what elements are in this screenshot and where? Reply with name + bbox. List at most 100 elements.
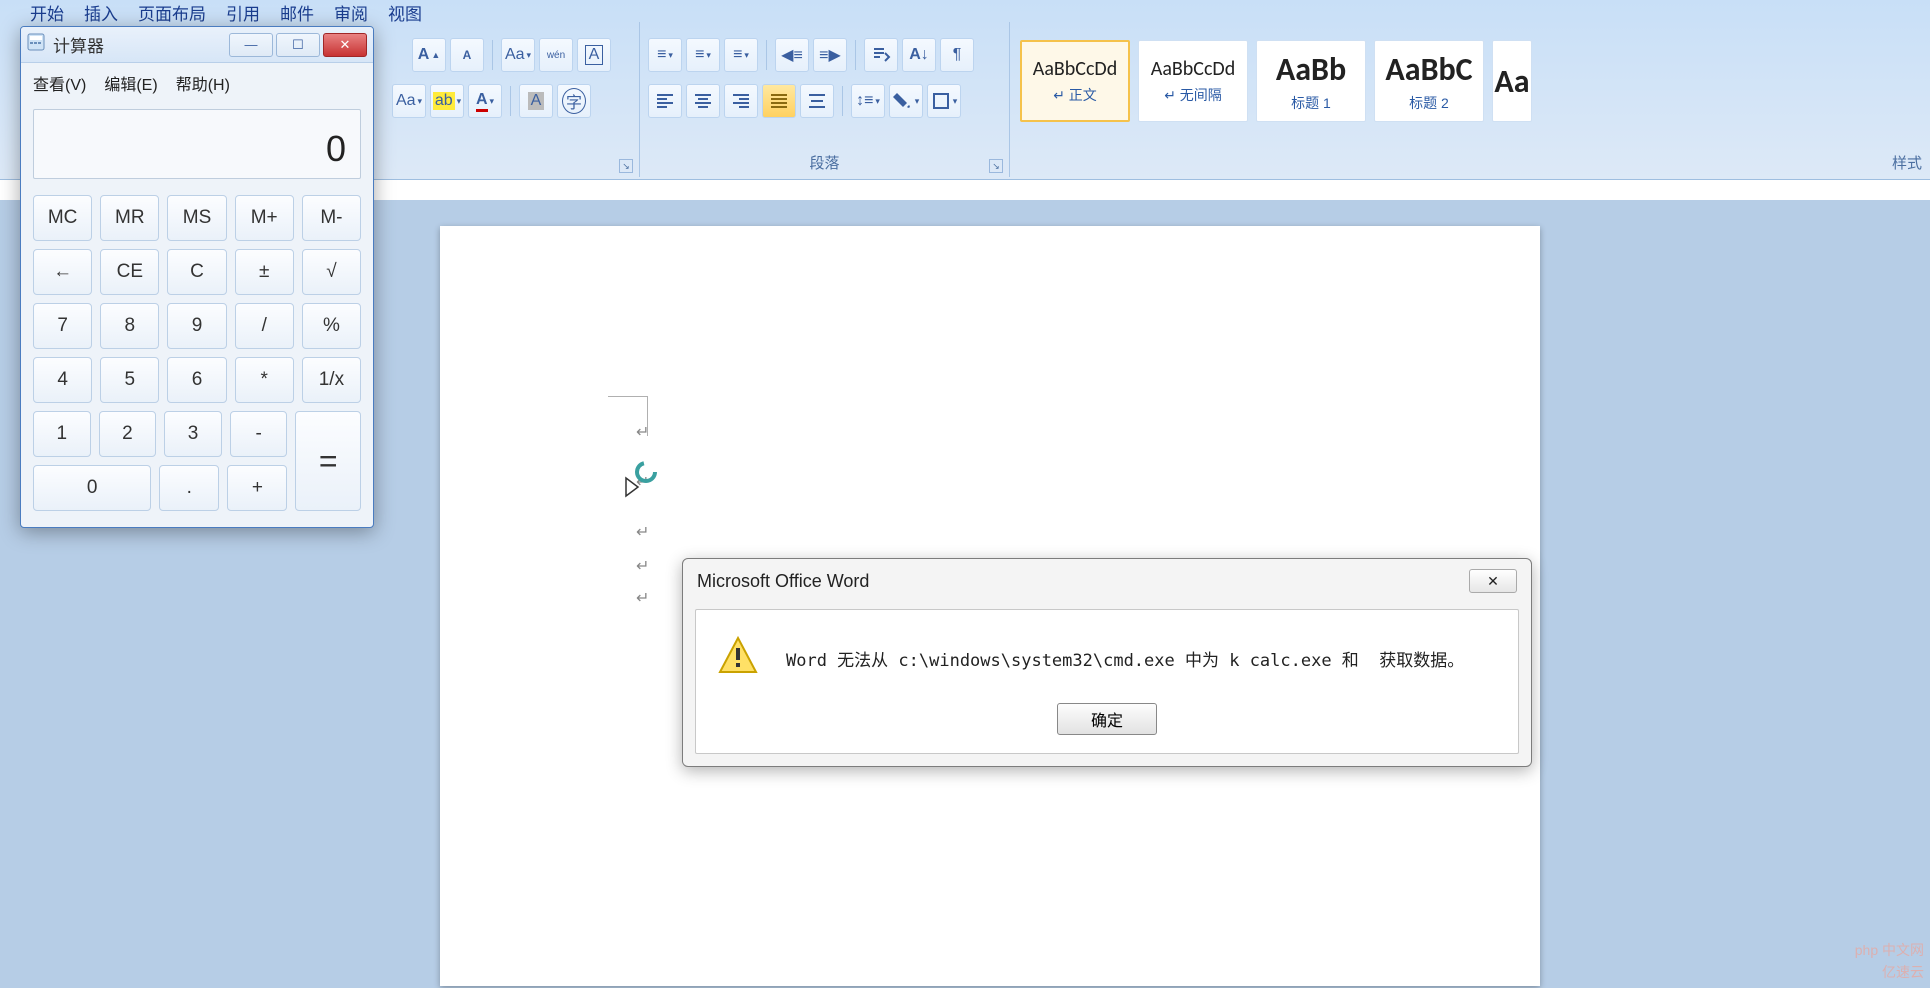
key-7[interactable]: 7: [33, 303, 92, 349]
calc-menu: 查看(V) 编辑(E) 帮助(H): [21, 63, 373, 103]
tab-mail[interactable]: 邮件: [280, 0, 314, 20]
key-6[interactable]: 6: [167, 357, 226, 403]
justify-button[interactable]: [762, 84, 796, 118]
style-heading1[interactable]: AaBb 标题 1: [1256, 40, 1366, 122]
key-c[interactable]: C: [167, 249, 226, 295]
styles-label: 样式: [1892, 152, 1922, 173]
watermark-yisu: 亿速云: [1882, 962, 1924, 982]
maximize-button[interactable]: ☐: [276, 33, 320, 57]
key-mminus[interactable]: M-: [302, 195, 361, 241]
key-9[interactable]: 9: [167, 303, 226, 349]
style-more[interactable]: Aa: [1492, 40, 1532, 122]
distribute-button[interactable]: [800, 84, 834, 118]
align-left-button[interactable]: [648, 84, 682, 118]
key-ms[interactable]: MS: [167, 195, 226, 241]
key-decimal[interactable]: .: [159, 465, 219, 511]
key-mr[interactable]: MR: [100, 195, 159, 241]
clipboard-group: [0, 22, 20, 177]
key-add[interactable]: +: [227, 465, 287, 511]
style-no-spacing-name: ↵ 无间隔: [1164, 85, 1222, 105]
key-2[interactable]: 2: [99, 411, 157, 457]
key-5[interactable]: 5: [100, 357, 159, 403]
word-error-dialog: Microsoft Office Word ✕ Word 无法从 c:\wind…: [682, 558, 1532, 767]
align-center-button[interactable]: [686, 84, 720, 118]
tab-page-layout[interactable]: 页面布局: [138, 0, 206, 20]
shrink-font-button[interactable]: A: [450, 38, 484, 72]
clear-format-button[interactable]: Aa▾: [392, 84, 426, 118]
ltr-button[interactable]: [864, 38, 898, 72]
calc-titlebar[interactable]: 计算器 — ☐ ✕: [21, 27, 373, 63]
grow-font-button[interactable]: A▲: [412, 38, 446, 72]
warning-icon: [716, 634, 760, 683]
key-8[interactable]: 8: [100, 303, 159, 349]
error-dialog-titlebar[interactable]: Microsoft Office Word ✕: [683, 559, 1531, 603]
key-plusminus[interactable]: ±: [235, 249, 294, 295]
shading-button[interactable]: ▾: [889, 84, 923, 118]
calc-keypad: MC MR MS M+ M- ← CE C ± √ 7 8 9 / % 4 5 …: [21, 185, 373, 527]
highlight-button[interactable]: ab▾: [430, 84, 464, 118]
tab-view[interactable]: 视图: [388, 0, 422, 20]
indent-button[interactable]: ≡▶: [813, 38, 847, 72]
bullets-button[interactable]: ≡▾: [648, 38, 682, 72]
style-heading2[interactable]: AaBbC 标题 2: [1374, 40, 1484, 122]
calc-app-icon: [27, 33, 45, 56]
key-3[interactable]: 3: [164, 411, 222, 457]
style-heading1-sample: AaBb: [1276, 50, 1346, 89]
error-body: Word 无法从 c:\windows\system32\cmd.exe 中为 …: [695, 609, 1519, 754]
key-reciprocal[interactable]: 1/x: [302, 357, 361, 403]
enclose-char-button[interactable]: 字: [557, 84, 591, 118]
menu-help[interactable]: 帮助(H): [176, 71, 230, 95]
outdent-button[interactable]: ◀≡: [775, 38, 809, 72]
key-multiply[interactable]: *: [235, 357, 294, 403]
ribbon-tabs: 开始 插入 页面布局 引用 邮件 审阅 视图: [0, 0, 1930, 20]
error-ok-button[interactable]: 确定: [1057, 703, 1157, 735]
style-heading1-name: 标题 1: [1291, 93, 1331, 113]
key-sqrt[interactable]: √: [302, 249, 361, 295]
paragraph-dialog-launcher[interactable]: ↘: [989, 159, 1003, 173]
paragraph-mark-icon: ↵: [636, 556, 649, 576]
font-dialog-launcher[interactable]: ↘: [619, 159, 633, 173]
style-normal-sample: AaBbCcDd: [1033, 57, 1117, 81]
menu-view[interactable]: 查看(V): [33, 71, 86, 95]
line-spacing-button[interactable]: ↕≡▾: [851, 84, 885, 118]
character-border-button[interactable]: A: [577, 38, 611, 72]
tab-insert[interactable]: 插入: [84, 0, 118, 20]
key-backspace[interactable]: ←: [33, 249, 92, 295]
key-subtract[interactable]: -: [230, 411, 288, 457]
tab-references[interactable]: 引用: [226, 0, 260, 20]
error-message: Word 无法从 c:\windows\system32\cmd.exe 中为 …: [786, 646, 1464, 671]
tab-review[interactable]: 审阅: [334, 0, 368, 20]
styles-group: AaBbCcDd ↵ 正文 AaBbCcDd ↵ 无间隔 AaBb 标题 1 A…: [1010, 22, 1930, 177]
minimize-button[interactable]: —: [229, 33, 273, 57]
style-no-spacing[interactable]: AaBbCcDd ↵ 无间隔: [1138, 40, 1248, 122]
align-right-button[interactable]: [724, 84, 758, 118]
key-divide[interactable]: /: [235, 303, 294, 349]
key-mplus[interactable]: M+: [235, 195, 294, 241]
error-close-button[interactable]: ✕: [1469, 569, 1517, 593]
character-shading-button[interactable]: A: [519, 84, 553, 118]
key-0[interactable]: 0: [33, 465, 151, 511]
calculator-window: 计算器 — ☐ ✕ 查看(V) 编辑(E) 帮助(H) 0 MC MR MS M…: [20, 26, 374, 528]
phonetic-guide-button[interactable]: wén: [539, 38, 573, 72]
key-1[interactable]: 1: [33, 411, 91, 457]
close-button[interactable]: ✕: [323, 33, 367, 57]
multilevel-list-button[interactable]: ≡▾: [724, 38, 758, 72]
key-ce[interactable]: CE: [100, 249, 159, 295]
style-normal[interactable]: AaBbCcDd ↵ 正文: [1020, 40, 1130, 122]
menu-edit[interactable]: 编辑(E): [104, 71, 157, 95]
font-color-button[interactable]: A▾: [468, 84, 502, 118]
show-marks-button[interactable]: ¶: [940, 38, 974, 72]
numbering-button[interactable]: ≡▾: [686, 38, 720, 72]
borders-button[interactable]: ▾: [927, 84, 961, 118]
key-mc[interactable]: MC: [33, 195, 92, 241]
change-case-button[interactable]: Aa▾: [501, 38, 535, 72]
key-equals[interactable]: =: [295, 411, 361, 511]
tab-home[interactable]: 开始: [30, 0, 64, 20]
watermark-php: php 中文网: [1855, 940, 1924, 960]
error-dialog-title: Microsoft Office Word: [697, 571, 869, 592]
sort-button[interactable]: A↓: [902, 38, 936, 72]
key-4[interactable]: 4: [33, 357, 92, 403]
key-percent[interactable]: %: [302, 303, 361, 349]
busy-cursor-icon: [620, 460, 660, 500]
calc-title: 计算器: [53, 32, 104, 57]
